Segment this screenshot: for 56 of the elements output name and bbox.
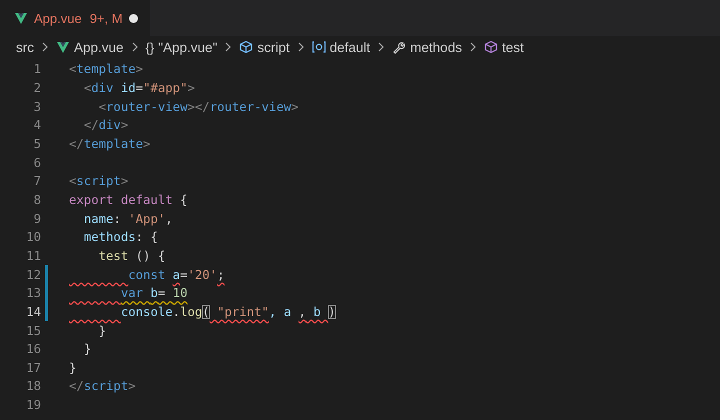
line-number: 8 [32, 192, 41, 207]
line-number: 19 [25, 398, 41, 412]
line-number: 1 [32, 62, 41, 76]
wrench-icon [392, 40, 406, 54]
line-number: 3 [32, 100, 41, 114]
line-number: 12 [25, 268, 41, 282]
code-line: const a='20'; [127, 266, 226, 284]
code-line: methods: { [82, 229, 159, 246]
chevron-icon [468, 42, 477, 52]
line-number: 16 [25, 342, 41, 356]
line-number: 15 [25, 324, 41, 338]
line-number: 13 [25, 286, 41, 300]
chevron-icon [377, 42, 386, 52]
code-line: } [82, 341, 92, 358]
vue-logo-icon [56, 40, 70, 54]
code-line: } [69, 360, 78, 377]
code-line: var b= 10 [120, 285, 188, 302]
code-line: } [98, 322, 108, 340]
variable-icon [312, 40, 326, 54]
breadcrumb-item[interactable]: App.vue [56, 40, 124, 54]
breadcrumb-item[interactable]: src [16, 40, 34, 54]
cube-icon [239, 40, 254, 54]
cube-icon [484, 40, 498, 54]
breadcrumb-item[interactable]: script [239, 40, 290, 54]
code-line: test () { [98, 248, 166, 265]
chevron-icon [296, 42, 305, 52]
code-line: <router-view></router-view> [98, 98, 300, 116]
line-number: 6 [32, 156, 41, 170]
breadcrumb-item[interactable]: test [484, 40, 524, 54]
code-line: <div id="#app"> [82, 80, 196, 97]
code-line: <template> [69, 61, 144, 78]
line-number: 18 [25, 379, 41, 394]
breadcrumb-item[interactable]: default [312, 40, 370, 54]
chevron-icon [130, 42, 139, 52]
code-line: </div> [82, 117, 130, 134]
code-line: console.log( "print", a , b ) [120, 304, 337, 321]
line-number: 10 [25, 230, 41, 244]
vue-logo-icon [14, 11, 28, 25]
breadcrumb-item[interactable]: methods [392, 40, 462, 54]
code-line: export default { [69, 192, 188, 209]
line-number: 9 [32, 212, 41, 226]
code-line: </script> [69, 378, 137, 396]
line-number: 7 [32, 174, 41, 188]
line-number: 14 [25, 304, 41, 319]
editor-tab[interactable]: App.vue 9+, M [0, 0, 150, 36]
code-line: <script> [69, 173, 130, 190]
chevron-icon [224, 42, 232, 52]
code-line: name: 'App', [82, 210, 174, 228]
line-number: 4 [32, 118, 41, 132]
line-number: 11 [25, 248, 41, 263]
breadcrumb-item[interactable]: {} "App.vue" [146, 40, 218, 54]
code-line: </template> [69, 136, 152, 153]
line-number: 2 [32, 80, 41, 95]
line-number: 17 [25, 360, 41, 375]
chevron-icon [41, 42, 49, 52]
line-number: 5 [32, 136, 41, 151]
